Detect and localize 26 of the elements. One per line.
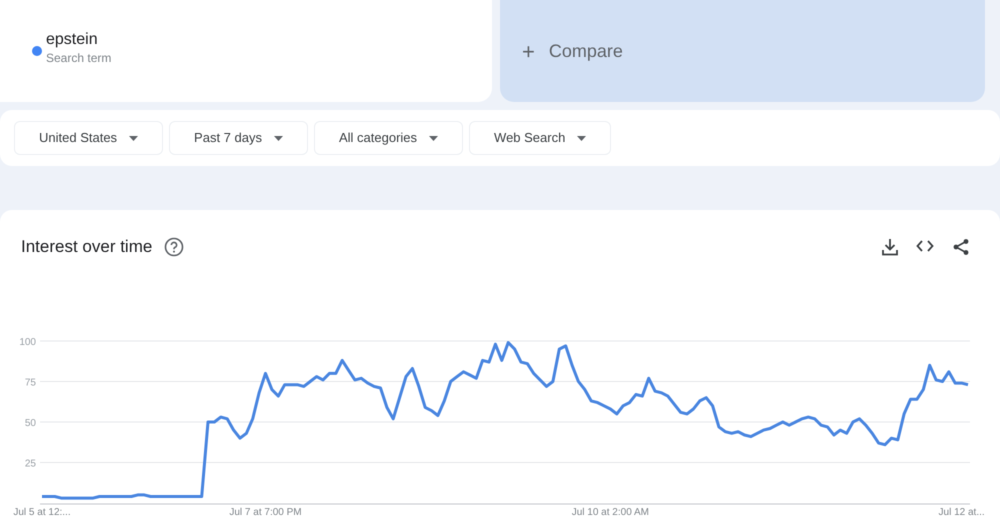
y-axis-label: 25 (24, 458, 36, 469)
chart-title: Interest over time (21, 236, 152, 258)
series-dot (32, 46, 42, 56)
search-term: epstein (46, 30, 99, 50)
caret-icon (129, 136, 138, 140)
compare-button[interactable]: + Compare (500, 0, 985, 102)
filter-dropdown[interactable]: Past 7 days (169, 121, 308, 155)
search-term-caption: Search term (46, 50, 112, 66)
y-axis-label: 100 (19, 336, 36, 348)
x-axis-label: Jul 5 at 12:... (13, 506, 71, 518)
plus-icon: + (522, 34, 535, 68)
caret-icon (274, 136, 283, 140)
y-axis-label: 50 (24, 418, 36, 428)
filter-dropdown[interactable]: Web Search (469, 121, 612, 155)
embed-code-icon[interactable] (916, 238, 934, 254)
download-icon[interactable] (882, 238, 898, 256)
y-axis-label: 75 (24, 377, 36, 388)
caret-icon (429, 136, 438, 140)
caret-icon (577, 136, 586, 140)
share-icon[interactable] (952, 238, 970, 256)
help-icon[interactable] (164, 236, 184, 257)
filter-dropdown[interactable]: All categories (314, 121, 464, 155)
filter-dropdown[interactable]: United States (14, 121, 164, 155)
x-axis-label: Jul 7 at 7:00 PM (229, 506, 302, 518)
x-axis-label: Jul 10 at 2:00 AM (572, 506, 650, 518)
x-axis-label: Jul 12 at... (938, 506, 985, 518)
